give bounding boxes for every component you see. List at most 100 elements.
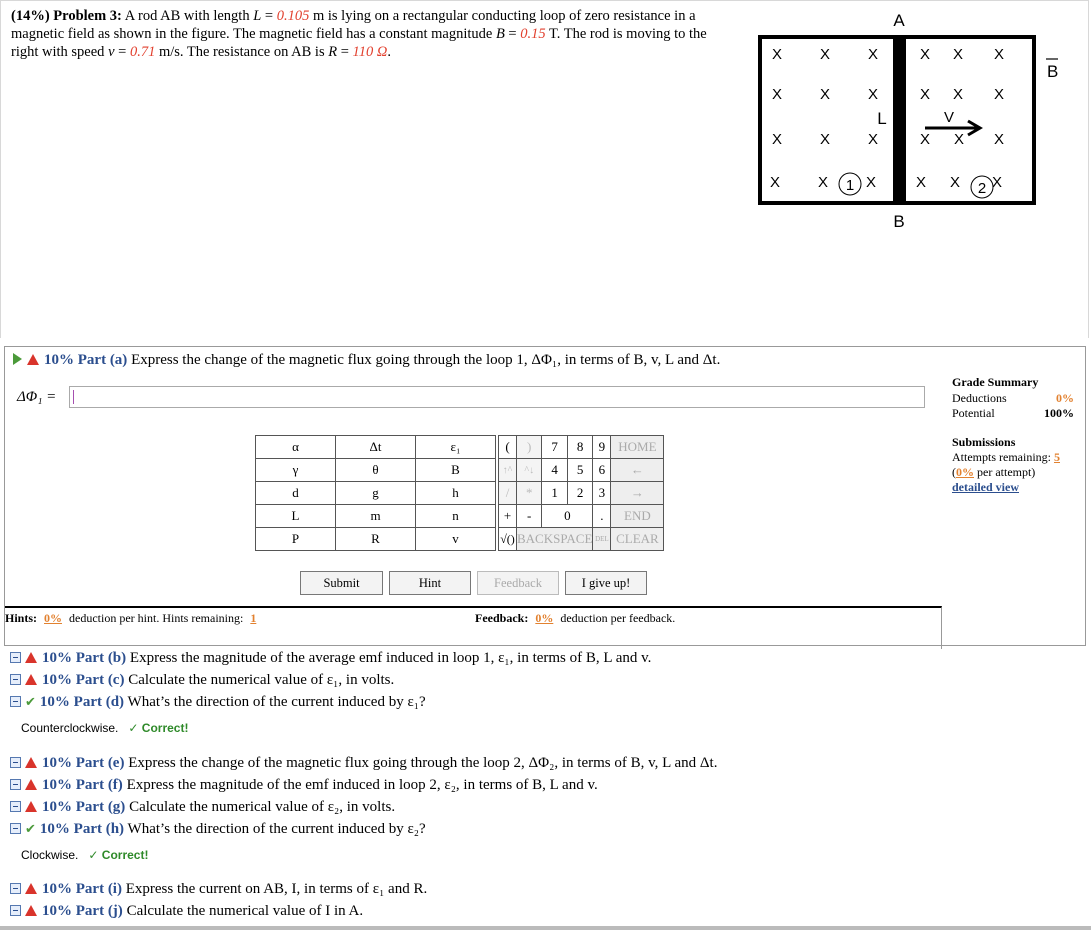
collapse-icon[interactable] [10,652,21,663]
collapse-icon[interactable] [10,696,21,707]
status-result: Correct! [101,848,149,862]
part-c-row[interactable]: 10% Part (c) Calculate the numerical val… [10,672,394,689]
x-mark: X [868,86,878,103]
collapse-icon[interactable] [10,779,21,790]
key-del[interactable]: DEL [592,527,612,551]
collapse-icon[interactable] [10,674,21,685]
eq-4: = [337,44,353,60]
part-f-row[interactable]: 10% Part (f) Express the magnitude of th… [10,777,598,794]
label-v: V [944,109,954,126]
key-P[interactable]: P [255,527,336,551]
horizontal-scrollbar[interactable] [0,926,1091,930]
part-percent: 10% Part (c) [42,672,125,688]
key-subscript[interactable]: ^↓ [515,458,543,482]
part-percent: 10% Part (e) [42,755,125,771]
answer-input[interactable] [69,386,925,408]
collapse-icon[interactable] [10,883,21,894]
part-a-text: Express the change of the magnetic flux … [127,352,721,368]
part-i-row[interactable]: 10% Part (i) Express the current on AB, … [10,881,427,898]
feedback-button[interactable]: Feedback [477,571,559,595]
key-alpha[interactable]: α [255,435,336,459]
key-sqrt[interactable]: √() [498,527,517,551]
key-R[interactable]: R [335,527,416,551]
key-1[interactable]: 1 [541,481,568,505]
per-attempt-row: (0% per attempt) [952,465,1074,480]
key-v[interactable]: v [415,527,496,551]
key-plus[interactable]: + [498,504,517,528]
key-backspace[interactable]: BACKSPACE [515,527,594,551]
collapse-icon[interactable] [10,823,21,834]
key-open-paren[interactable]: ( [498,435,517,459]
key-right-arrow[interactable]: → [610,481,665,505]
key-minus[interactable]: - [515,504,543,528]
x-mark: X [820,86,830,103]
key-end[interactable]: END [610,504,665,528]
key-L[interactable]: L [255,504,336,528]
part-g-row[interactable]: 10% Part (g) Calculate the numerical val… [10,799,395,816]
key-left-arrow[interactable]: ← [610,458,665,482]
key-clear[interactable]: CLEAR [610,527,665,551]
key-d[interactable]: d [255,481,336,505]
x-mark: X [868,131,878,148]
checkmark-icon: ✔ [25,695,36,710]
key-B[interactable]: B [415,458,496,482]
collapse-icon[interactable] [10,801,21,812]
part-h-status: Clockwise. ✓ Correct! [21,848,148,862]
expand-play-icon[interactable] [13,353,22,365]
key-8[interactable]: 8 [566,435,594,459]
x-mark: X [772,86,782,103]
key-5[interactable]: 5 [566,458,594,482]
part-text: Express the current on AB, I, in terms o… [121,881,428,897]
key-home[interactable]: HOME [610,435,665,459]
key-delta-t[interactable]: Δt [335,435,416,459]
hints-remaining: 1 [250,611,257,625]
detailed-view-link[interactable]: detailed view [952,480,1074,495]
x-mark: X [954,131,964,148]
part-text: What’s the direction of the current indu… [124,821,426,837]
part-a-header[interactable]: 10% Part (a) Express the change of the m… [13,352,720,369]
hint-button[interactable]: Hint [389,571,471,595]
key-0[interactable]: 0 [541,504,594,528]
variable-keypad: α Δt ε₁ γθB dgh Lmn PRv [255,435,496,551]
collapse-icon[interactable] [10,757,21,768]
key-multiply[interactable]: * [515,481,543,505]
key-n[interactable]: n [415,504,496,528]
key-m[interactable]: m [335,504,416,528]
key-epsilon1[interactable]: ε₁ [415,435,496,459]
key-superscript[interactable]: ↑^ [498,458,517,482]
key-divide[interactable]: / [498,481,517,505]
value-B: 0.15 [520,26,546,42]
part-b-row[interactable]: 10% Part (b) Express the magnitude of th… [10,650,651,667]
key-4[interactable]: 4 [541,458,568,482]
key-close-paren[interactable]: ) [515,435,543,459]
part-e-row[interactable]: 10% Part (e) Express the change of the m… [10,755,717,772]
part-percent: 10% Part (h) [39,821,125,837]
x-mark: X [953,86,963,103]
value-v: 0.71 [129,44,156,60]
key-gamma[interactable]: γ [255,458,336,482]
key-decimal[interactable]: . [592,504,612,528]
part-h-row[interactable]: ✔ 10% Part (h) What’s the direction of th… [10,821,426,838]
collapse-icon[interactable] [10,905,21,916]
submit-button[interactable]: Submit [300,571,383,595]
x-mark: X [992,174,1002,191]
problem-panel: (14%) Problem 3: A rod AB with length L … [0,0,1089,338]
part-j-row[interactable]: 10% Part (j) Calculate the numerical val… [10,903,363,920]
hints-text: deduction per hint. Hints remaining: [66,611,247,625]
hints-deduction: 0% [44,611,63,625]
warning-icon [25,883,37,894]
key-theta[interactable]: θ [335,458,416,482]
key-9[interactable]: 9 [592,435,612,459]
key-3[interactable]: 3 [592,481,612,505]
warning-icon [25,801,37,812]
part-d-row[interactable]: ✔ 10% Part (d) What’s the direction of th… [10,694,426,711]
key-6[interactable]: 6 [592,458,612,482]
key-2[interactable]: 2 [566,481,594,505]
x-mark: X [818,174,828,191]
give-up-button[interactable]: I give up! [565,571,647,595]
potential-value: 100% [1044,406,1074,420]
attempts-value: 5 [1053,450,1060,464]
key-7[interactable]: 7 [541,435,568,459]
key-g[interactable]: g [335,481,416,505]
key-h[interactable]: h [415,481,496,505]
